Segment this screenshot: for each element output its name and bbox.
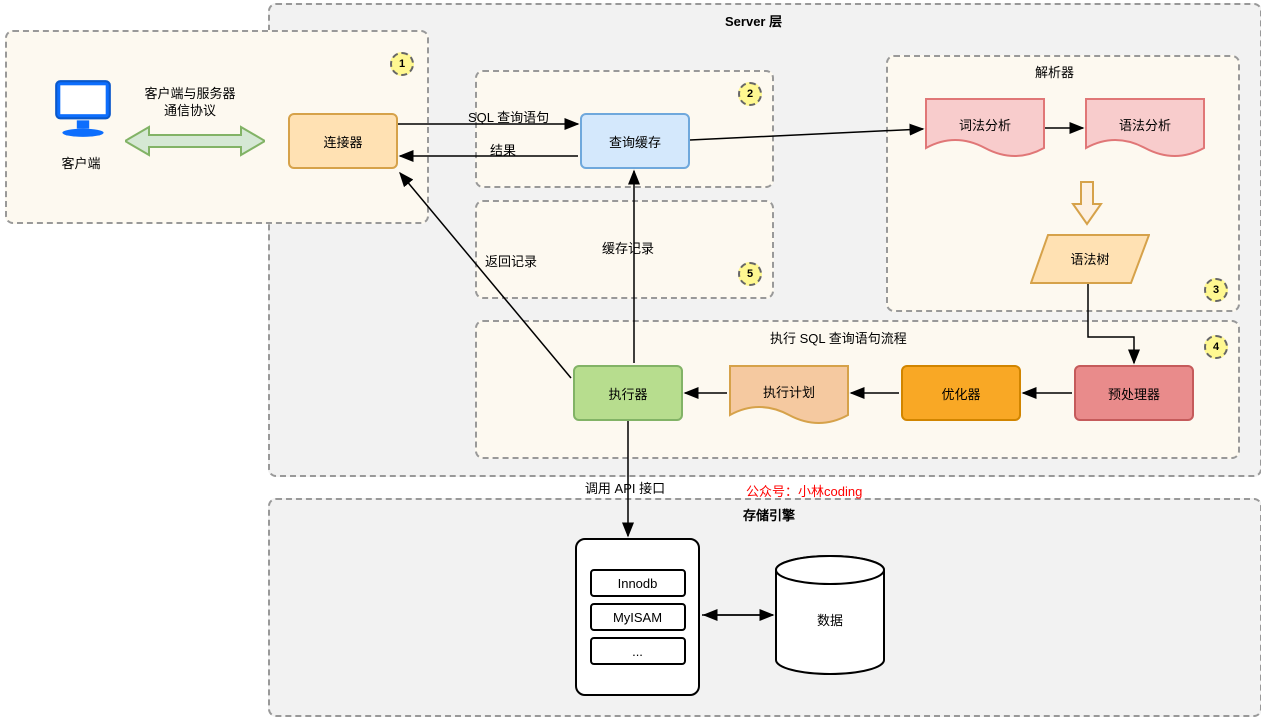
storage-engine-title: 存储引擎 <box>743 505 795 524</box>
executor-node: 执行器 <box>573 365 683 421</box>
svg-text:执行计划: 执行计划 <box>763 385 815 400</box>
data-cylinder-icon: 数据 <box>775 555 885 675</box>
lexical-node: 词法分析 <box>925 98 1045 164</box>
badge-5: 5 <box>738 262 762 286</box>
query-cache-node: 查询缓存 <box>580 113 690 169</box>
exec-plan-node: 执行计划 <box>729 365 849 431</box>
protocol-label-2: 通信协议 <box>110 100 270 119</box>
svg-text:数据: 数据 <box>817 613 843 628</box>
sql-query-label: SQL 查询语句 <box>468 107 549 126</box>
api-label: 调用 API 接口 <box>570 478 680 497</box>
svg-text:语法树: 语法树 <box>1070 252 1109 267</box>
client-label: 客户端 <box>56 153 106 172</box>
preprocessor-node: 预处理器 <box>1074 365 1194 421</box>
client-monitor-icon <box>50 75 116 141</box>
credit-label: 公众号：小林coding <box>746 481 862 500</box>
badge-3: 3 <box>1204 278 1228 302</box>
result-label: 结果 <box>490 140 516 159</box>
down-arrow-icon <box>1071 180 1103 226</box>
svg-text:词法分析: 词法分析 <box>959 118 1011 133</box>
engine-list-box: Innodb MyISAM ... <box>575 538 700 696</box>
cache-record-label: 缓存记录 <box>602 238 654 257</box>
storage-engine-container <box>268 498 1261 717</box>
optimizer-node: 优化器 <box>901 365 1021 421</box>
query-cache-text: 查询缓存 <box>609 132 661 151</box>
svg-text:语法分析: 语法分析 <box>1119 118 1171 133</box>
connector-node: 连接器 <box>288 113 398 169</box>
syntax-node: 语法分析 <box>1085 98 1205 164</box>
connector-text: 连接器 <box>323 132 362 151</box>
engine-innodb: Innodb <box>590 569 686 597</box>
badge-1: 1 <box>390 52 414 76</box>
badge-2: 2 <box>738 82 762 106</box>
engine-dots: ... <box>590 637 686 665</box>
bidirectional-arrow-icon <box>125 123 265 159</box>
exec-flow-title: 执行 SQL 查询语句流程 <box>770 328 907 347</box>
server-layer-title: Server 层 <box>725 11 782 30</box>
engine-myisam: MyISAM <box>590 603 686 631</box>
badge-4: 4 <box>1204 335 1228 359</box>
return-record-label: 返回记录 <box>485 251 537 270</box>
parse-tree-node: 语法树 <box>1030 234 1150 284</box>
parser-title: 解析器 <box>1035 62 1074 81</box>
